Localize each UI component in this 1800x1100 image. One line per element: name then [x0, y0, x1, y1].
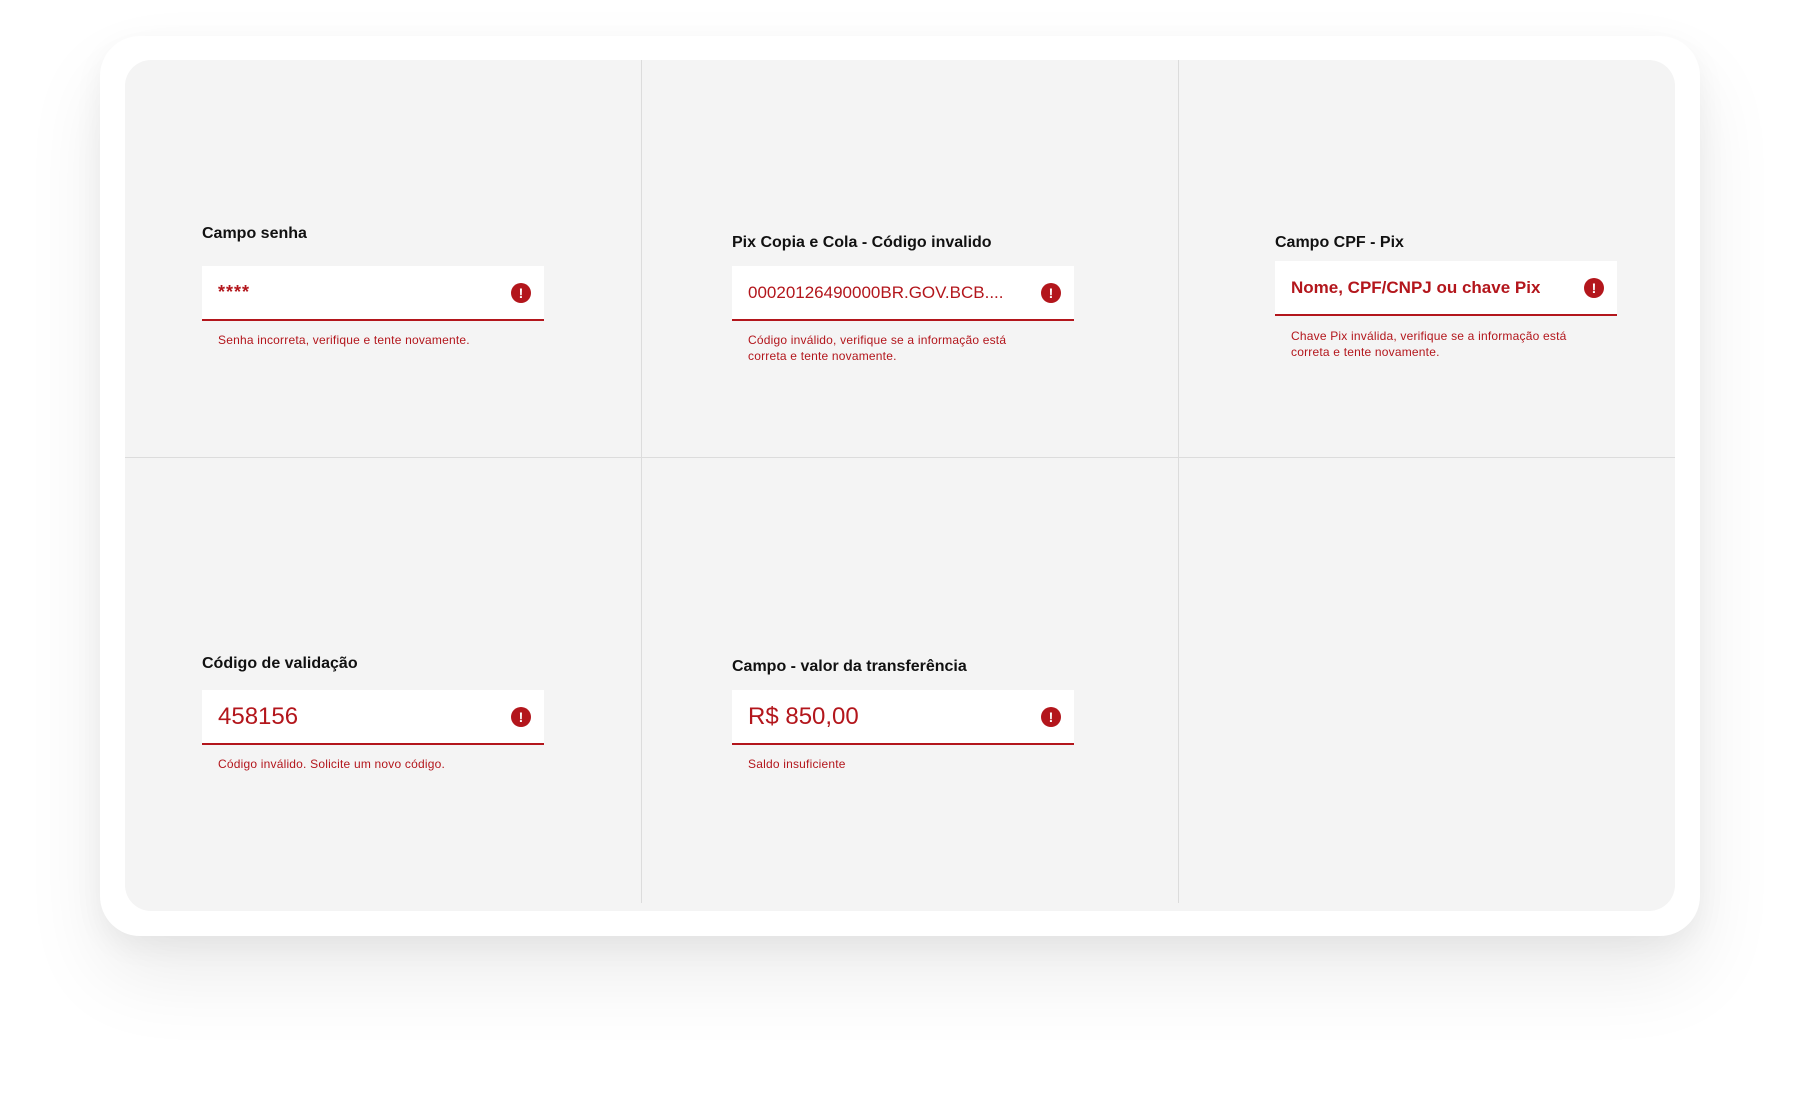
column-divider	[1178, 60, 1179, 903]
row-divider	[125, 457, 1675, 458]
pix-code-input[interactable]: 00020126490000BR.GOV.BCB.... !	[732, 266, 1074, 321]
component-panel: Campo senha **** ! Senha incorreta, veri…	[125, 60, 1675, 911]
input-value: 00020126490000BR.GOV.BCB....	[748, 283, 1004, 302]
error-helper-text: Saldo insuficiente	[748, 757, 846, 771]
field-title: Campo senha	[202, 225, 307, 242]
input-value: 458156	[218, 703, 299, 730]
field-title: Pix Copia e Cola - Código invalido	[732, 234, 992, 251]
input-value: ****	[218, 282, 251, 302]
alert-circle-icon: !	[511, 283, 531, 303]
alert-circle-icon: !	[511, 707, 531, 727]
input-value: Nome, CPF/CNPJ ou chave Pix	[1291, 278, 1541, 297]
transfer-amount-input[interactable]: R$ 850,00 !	[732, 690, 1074, 745]
pix-key-input[interactable]: Nome, CPF/CNPJ ou chave Pix !	[1275, 261, 1617, 316]
validation-code-input[interactable]: 458156 !	[202, 690, 544, 745]
password-input[interactable]: **** !	[202, 266, 544, 321]
field-title: Campo - valor da transferência	[732, 658, 967, 675]
input-value: R$ 850,00	[748, 703, 859, 730]
alert-circle-icon: !	[1041, 707, 1061, 727]
field-title: Campo CPF - Pix	[1275, 234, 1404, 251]
column-divider	[641, 60, 642, 903]
alert-circle-icon: !	[1041, 283, 1061, 303]
error-helper-text: Senha incorreta, verifique e tente novam…	[218, 333, 470, 347]
error-helper-text: Chave Pix inválida, verifique se a infor…	[1291, 329, 1567, 359]
error-helper-text: Código inválido, verifique se a informaç…	[748, 333, 1007, 363]
field-title: Código de validação	[202, 655, 358, 672]
error-helper-text: Código inválido. Solicite um novo código…	[218, 757, 445, 771]
alert-circle-icon: !	[1584, 278, 1604, 298]
